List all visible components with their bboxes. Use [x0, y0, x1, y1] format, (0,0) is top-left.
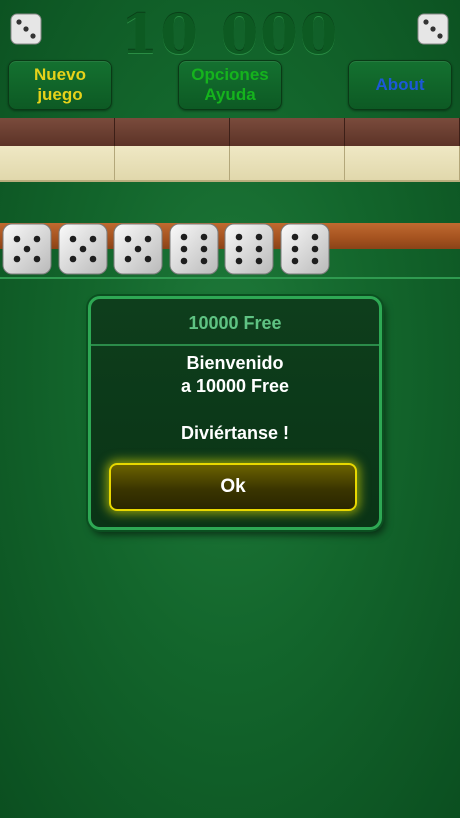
- die-pip: [134, 245, 142, 253]
- about-label: About: [375, 75, 425, 94]
- dice-icon: [10, 13, 42, 45]
- die-pip: [200, 233, 207, 241]
- options-help-button[interactable]: Opciones Ayuda: [178, 60, 282, 110]
- about-button[interactable]: About: [348, 60, 452, 110]
- die-pip: [144, 255, 152, 263]
- die-1[interactable]: [1, 222, 53, 276]
- die-pip: [235, 245, 243, 253]
- dialog-message-line: Diviértanse !: [180, 423, 290, 443]
- die-pip: [69, 235, 76, 243]
- ok-button[interactable]: Ok: [109, 463, 357, 511]
- die-pip: [255, 257, 263, 265]
- die-4[interactable]: [168, 222, 220, 276]
- dialog-message-line: a 10000 Free: [180, 376, 290, 396]
- die-pip: [200, 245, 207, 253]
- die-pip: [291, 233, 298, 241]
- dialog-message-line: Bienvenido: [186, 353, 284, 373]
- die-pip: [144, 235, 152, 243]
- ok-label: Ok: [220, 476, 246, 497]
- player-column-header: [345, 118, 460, 146]
- die-pip: [124, 255, 132, 263]
- die-pip: [180, 257, 187, 265]
- dialog-title: 10000 Free: [188, 313, 282, 333]
- dice-icon: [417, 13, 449, 45]
- die-pip: [291, 257, 298, 265]
- die-pip: [235, 233, 243, 241]
- die-pip: [69, 255, 76, 263]
- game-title: 10 000: [120, 2, 340, 66]
- score-table-header: [0, 118, 460, 146]
- player-column-header: [115, 118, 230, 146]
- die-3[interactable]: [112, 222, 164, 276]
- die-pip: [180, 245, 187, 253]
- score-cell: [345, 146, 460, 180]
- die-6[interactable]: [279, 222, 331, 276]
- die-pip: [255, 233, 263, 241]
- die-pip: [33, 255, 41, 263]
- die-pip: [89, 255, 96, 263]
- new-game-label-1: Nuevo: [34, 65, 86, 84]
- player-column-header: [0, 118, 115, 146]
- help-label: Ayuda: [204, 85, 256, 104]
- new-game-button[interactable]: Nuevo juego: [8, 60, 112, 110]
- player-column-header: [230, 118, 345, 146]
- die-pip: [23, 245, 31, 253]
- die-pip: [200, 257, 207, 265]
- options-label: Opciones: [191, 65, 269, 84]
- score-cell: [0, 146, 115, 180]
- die-pip: [89, 235, 96, 243]
- die-pip: [124, 235, 132, 243]
- welcome-dialog: 10000 Free Bienvenido a 10000 Free Divié…: [88, 296, 382, 530]
- die-pip: [291, 245, 298, 253]
- dialog-divider: [91, 344, 379, 346]
- die-pip: [311, 245, 318, 253]
- divider: [0, 277, 460, 279]
- new-game-label-2: juego: [37, 85, 83, 104]
- die-pip: [311, 233, 318, 241]
- die-pip: [79, 245, 86, 253]
- score-cell: [115, 146, 230, 180]
- die-pip: [235, 257, 243, 265]
- die-pip: [13, 235, 21, 243]
- score-cell: [230, 146, 345, 180]
- die-pip: [13, 255, 21, 263]
- score-table-row: [0, 146, 460, 182]
- die-2[interactable]: [57, 222, 109, 276]
- die-pip: [180, 233, 187, 241]
- die-5[interactable]: [223, 222, 275, 276]
- die-pip: [311, 257, 318, 265]
- die-pip: [33, 235, 41, 243]
- die-pip: [255, 245, 263, 253]
